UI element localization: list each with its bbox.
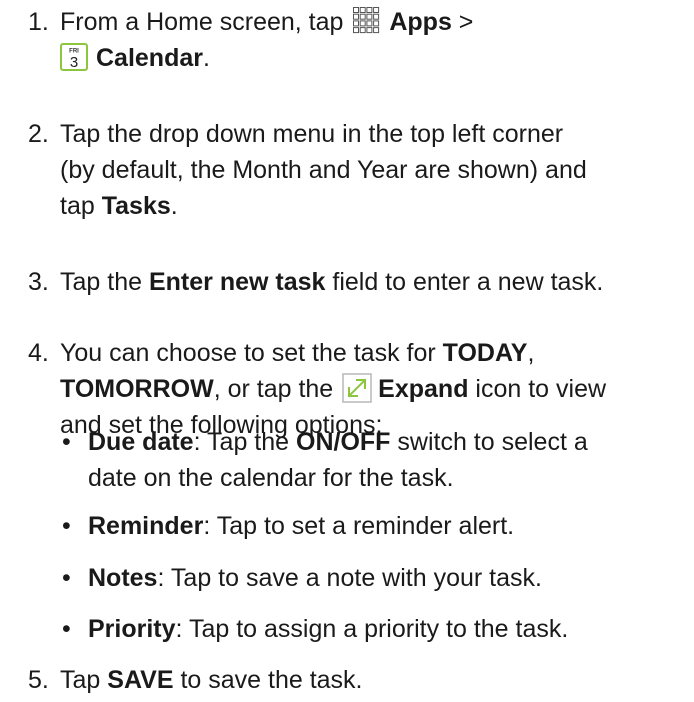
instructions-document: 1. From a Home screen, tap Apps > FRI 3 … [0,0,694,702]
step-number: 1. [28,8,49,36]
option-text: Priority: Tap to assign a priority to th… [88,615,569,643]
option-text: Notes: Tap to save a note with your task… [88,564,542,592]
today-label: TODAY [442,339,528,367]
svg-text:3: 3 [70,54,78,71]
apps-grid-icon [353,7,380,34]
tomorrow-label: TOMORROW [60,375,214,403]
calendar-icon: FRI 3 [60,43,88,71]
expand-icon [342,373,372,403]
step-number: 3. [28,268,49,296]
bullet: • [62,564,71,592]
bullet: • [62,615,71,643]
expand-label: Expand [378,375,469,403]
step-text: Tap the drop down menu in the top left c… [60,120,587,220]
on-off-label: ON/OFF [296,428,391,456]
step-number: 5. [28,666,49,694]
step-number: 2. [28,120,49,148]
option-text: Due date: Tap the ON/OFF switch to selec… [88,428,588,492]
reminder-label: Reminder [88,512,204,540]
option-text: Reminder: Tap to set a reminder alert. [88,512,515,540]
step-text: Tap SAVE to save the task. [60,666,363,694]
due-date-label: Due date [88,428,194,456]
notes-label: Notes [88,564,158,592]
save-label: SAVE [107,666,174,694]
bullet: • [62,428,71,456]
priority-label: Priority [88,615,176,643]
bullet: • [62,512,71,540]
calendar-label: Calendar [96,44,203,72]
step-number: 4. [28,339,49,367]
enter-new-task-label: Enter new task [148,268,326,296]
step-text: Tap the Enter new task field to enter a … [60,268,604,296]
tasks-label: Tasks [101,192,171,220]
apps-label: Apps [389,8,452,36]
step-text: From a Home screen, tap Apps > FRI 3 Cal… [60,7,474,72]
